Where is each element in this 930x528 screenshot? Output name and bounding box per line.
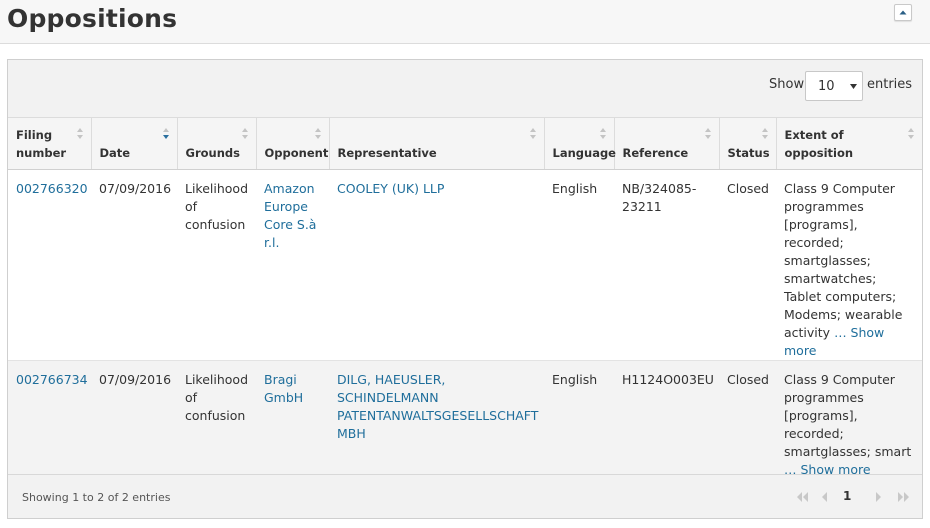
col-header-label: Representative bbox=[337, 146, 437, 160]
entries-select[interactable]: 10 bbox=[805, 71, 863, 101]
chevron-down-icon bbox=[850, 84, 857, 89]
sort-icon bbox=[314, 128, 321, 139]
cell-grounds: Likelihood of confusion bbox=[185, 372, 249, 423]
col-header-extent[interactable]: Extent of opposition bbox=[776, 117, 922, 170]
col-header-opponent[interactable]: Opponent bbox=[256, 117, 330, 170]
sort-icon bbox=[529, 128, 536, 139]
extent-text: Class 9 Computer programmes [programs], … bbox=[784, 181, 903, 340]
page-header: Oppositions bbox=[0, 0, 930, 44]
cell-filing-number: 002766320 bbox=[8, 169, 91, 361]
cell-representative: COOLEY (UK) LLP bbox=[329, 169, 544, 361]
sort-icon bbox=[599, 128, 606, 139]
table-info: Showing 1 to 2 of 2 entries bbox=[22, 491, 171, 504]
cell-reference: NB/324085-23211 bbox=[614, 169, 719, 361]
col-header-label: Reference bbox=[622, 146, 689, 160]
col-header-representative[interactable]: Representative bbox=[329, 117, 545, 170]
first-page-icon[interactable] bbox=[796, 488, 810, 506]
pagination: 1 bbox=[788, 488, 918, 506]
oppositions-panel: Show 10 entries Filing number Date Groun… bbox=[7, 59, 923, 519]
col-header-status[interactable]: Status bbox=[719, 117, 777, 170]
prev-page-icon[interactable] bbox=[821, 488, 829, 506]
col-header-reference[interactable]: Reference bbox=[614, 117, 720, 170]
collapse-up-icon bbox=[899, 10, 907, 15]
cell-opponent: Bragi GmbH bbox=[256, 361, 329, 485]
entries-label: entries bbox=[867, 77, 913, 92]
col-header-label: Filing number bbox=[16, 128, 67, 160]
cell-opponent: Amazon Europe Core S.à r.l. bbox=[256, 169, 329, 361]
page-title: Oppositions bbox=[7, 4, 178, 33]
next-page-icon[interactable] bbox=[874, 488, 882, 506]
extent-text: Class 9 Computer programmes [programs], … bbox=[784, 372, 912, 459]
cell-language: English bbox=[544, 169, 614, 361]
col-header-label: Grounds bbox=[185, 146, 240, 160]
cell-date: 07/09/2016 bbox=[91, 169, 177, 361]
cell-date: 07/09/2016 bbox=[99, 372, 172, 387]
last-page-icon[interactable] bbox=[896, 488, 910, 506]
oppositions-table: Filing number Date Grounds Opponent Repr… bbox=[8, 117, 922, 485]
cell-reference: H1124O003EU bbox=[622, 372, 714, 387]
table-row: 002766320 07/09/2016 Likelihood of confu… bbox=[8, 169, 922, 361]
representative-link[interactable]: DILG, HAEUSLER, SCHINDELMANN PATENTANWAL… bbox=[337, 372, 538, 441]
sort-icon bbox=[241, 128, 248, 139]
col-header-label: Status bbox=[727, 146, 770, 160]
sort-icon bbox=[908, 128, 914, 139]
cell-filing-number: 002766734 bbox=[8, 361, 91, 485]
filing-number-link[interactable]: 002766734 bbox=[16, 372, 88, 387]
cell-status: Closed bbox=[719, 169, 776, 361]
table-row: 002766734 07/09/2016 Likelihood of confu… bbox=[8, 360, 922, 485]
col-header-label: Date bbox=[99, 146, 131, 160]
page-number-current[interactable]: 1 bbox=[843, 489, 851, 503]
show-label: Show bbox=[769, 77, 805, 92]
opponent-link[interactable]: Amazon Europe Core S.à r.l. bbox=[264, 181, 316, 250]
filing-number-link[interactable]: 002766320 bbox=[16, 181, 88, 196]
cell-status: Closed bbox=[727, 372, 769, 387]
sort-icon bbox=[761, 128, 768, 139]
opponent-link[interactable]: Bragi GmbH bbox=[264, 372, 303, 405]
col-header-label: Language bbox=[552, 146, 617, 160]
cell-language: English bbox=[552, 372, 598, 387]
col-header-label: Extent of opposition bbox=[784, 128, 854, 160]
sort-desc-icon bbox=[162, 128, 169, 139]
col-header-filing-number[interactable]: Filing number bbox=[8, 117, 92, 170]
col-header-grounds[interactable]: Grounds bbox=[177, 117, 257, 170]
cell-grounds: Likelihood of confusion bbox=[177, 169, 256, 361]
table-header-row: Filing number Date Grounds Opponent Repr… bbox=[8, 117, 922, 170]
col-header-date[interactable]: Date bbox=[91, 117, 178, 170]
table-toolbar: Show 10 entries bbox=[8, 60, 922, 117]
cell-extent: Class 9 Computer programmes [programs], … bbox=[776, 361, 922, 485]
representative-link[interactable]: COOLEY (UK) LLP bbox=[337, 181, 444, 196]
col-header-label: Opponent bbox=[264, 146, 329, 160]
cell-extent: Class 9 Computer programmes [programs], … bbox=[776, 169, 922, 361]
table-footer: Showing 1 to 2 of 2 entries 1 bbox=[8, 474, 922, 518]
sort-icon bbox=[704, 128, 711, 139]
sort-icon bbox=[76, 128, 83, 139]
collapse-button[interactable] bbox=[894, 4, 912, 21]
cell-representative: DILG, HAEUSLER, SCHINDELMANN PATENTANWAL… bbox=[329, 361, 544, 485]
col-header-language[interactable]: Language bbox=[544, 117, 617, 170]
entries-select-value: 10 bbox=[818, 79, 835, 94]
